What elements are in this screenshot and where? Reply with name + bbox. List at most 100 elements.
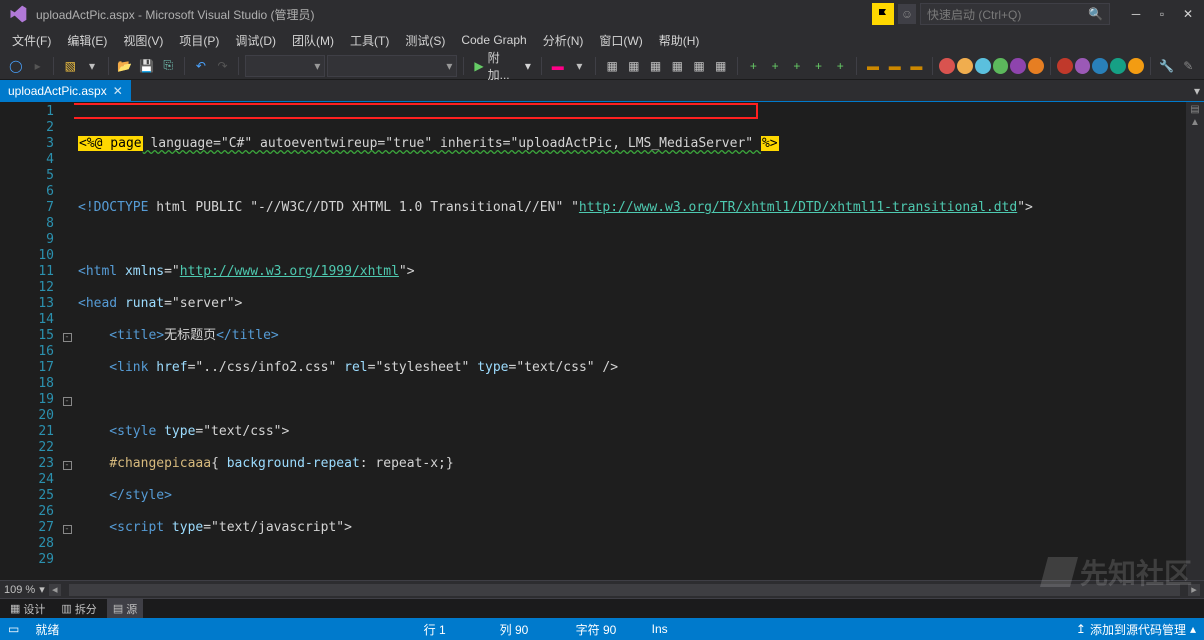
menubar: 文件(F) 编辑(E) 视图(V) 项目(P) 调试(D) 团队(M) 工具(T… [0,28,1204,52]
feedback-icon[interactable]: ☺ [898,4,916,24]
tab-label: uploadActPic.aspx [8,84,107,98]
plus-icon-5[interactable]: + [830,56,850,76]
split-icon[interactable]: ▤ [1190,104,1199,115]
menu-team[interactable]: 团队(M) [284,30,342,51]
ball-4-icon[interactable] [1110,58,1126,74]
menu-help[interactable]: 帮助(H) [651,30,708,51]
ball-ce-icon[interactable] [957,58,973,74]
plus-icon-1[interactable]: + [744,56,764,76]
bar-icon-3[interactable]: ▬ [907,56,927,76]
solution-config-dropdown[interactable]: ▾ [245,55,325,77]
ball-1-icon[interactable] [1057,58,1073,74]
tool-icon-5[interactable]: ▦ [667,56,687,76]
view-design[interactable]: ▦ 设计 [4,599,51,619]
status-line: 行 1 [424,621,484,638]
plus-icon-4[interactable]: + [809,56,829,76]
menu-tools[interactable]: 工具(T) [342,30,397,51]
hscrollbar[interactable] [69,584,1180,596]
open-file-button[interactable]: 📂 [115,56,135,76]
ball-2-icon[interactable] [1075,58,1091,74]
nav-back-button[interactable]: ◯ [6,56,26,76]
tool-icon-2[interactable]: ▦ [602,56,622,76]
ball-3-icon[interactable] [1092,58,1108,74]
undo-button[interactable]: ↶ [191,56,211,76]
menu-test[interactable]: 测试(S) [397,30,453,51]
wrench-icon[interactable]: 🔧 [1157,56,1177,76]
menu-window[interactable]: 窗口(W) [591,30,650,51]
view-split[interactable]: ▥ 拆分 [55,599,102,619]
tool-icon-6[interactable]: ▦ [689,56,709,76]
save-button[interactable]: 💾 [137,56,157,76]
hscroll-left[interactable]: ◂ [49,584,61,596]
zoom-level[interactable]: 109 % [4,584,35,596]
titlebar: uploadActPic.aspx - Microsoft Visual Stu… [0,0,1204,28]
fold-gutter: - - - - [60,102,74,580]
ball-cr-icon[interactable] [939,58,955,74]
quick-launch-input[interactable]: 快速启动 (Ctrl+Q) 🔍 [920,3,1110,25]
new-dropdown[interactable]: ▾ [82,56,102,76]
scroll-up-icon[interactable]: ▲ [1190,117,1200,128]
menu-codegraph[interactable]: Code Graph [453,31,534,49]
editor-right-gutter: ▤ ▲ [1186,102,1204,580]
tabwell-dropdown-icon[interactable]: ▾ [1194,84,1200,98]
source-control-button[interactable]: ↥ 添加到源代码管理 ▴ [1076,621,1196,638]
maximize-button[interactable]: ▫ [1150,3,1174,25]
ball-f-icon[interactable] [1028,58,1044,74]
menu-view[interactable]: 视图(V) [115,30,171,51]
status-char: 字符 90 [576,621,636,638]
window-title: uploadActPic.aspx - Microsoft Visual Stu… [36,6,315,23]
tab-close-icon[interactable]: ✕ [113,84,123,98]
code-area[interactable]: <%@ page language="C#" autoeventwireup="… [74,102,1186,580]
tool-icon-1[interactable]: ▬ [548,56,568,76]
toolbar: ◯ ▸ ▧ ▾ 📂 💾 ⎘ ↶ ↷ ▾ ▾ ▶ 附加... ▾ ▬ ▾ ▦ ▦ … [0,52,1204,80]
notification-flag-icon[interactable] [872,3,894,25]
statusbar: ▭ 就绪 行 1 列 90 字符 90 Ins ↥ 添加到源代码管理 ▴ [0,618,1204,640]
bar-icon-1[interactable]: ▬ [863,56,883,76]
status-ready-icon: ▭ [8,622,19,636]
new-project-button[interactable]: ▧ [60,56,80,76]
save-all-button[interactable]: ⎘ [158,56,178,76]
menu-analyze[interactable]: 分析(N) [535,30,592,51]
status-ins: Ins [652,622,712,636]
tab-uploadactpic[interactable]: uploadActPic.aspx ✕ [0,80,131,102]
tool-dropdown-1[interactable]: ▾ [570,56,590,76]
plus-icon-2[interactable]: + [765,56,785,76]
status-ready: 就绪 [35,621,59,638]
menu-project[interactable]: 项目(P) [171,30,227,51]
minimize-button[interactable]: ─ [1124,3,1148,25]
ball-m-icon[interactable] [975,58,991,74]
bar-icon-2[interactable]: ▬ [885,56,905,76]
line-number-gutter: 1 2 3 4 5 6 7 8 9 10 11 12 13 14 15 16 1… [0,102,60,580]
ball-b-icon[interactable] [1010,58,1026,74]
menu-file[interactable]: 文件(F) [4,30,59,51]
search-icon: 🔍 [1088,7,1103,21]
hscroll-right[interactable]: ▸ [1188,584,1200,596]
redo-button[interactable]: ↷ [213,56,233,76]
status-col: 列 90 [500,621,560,638]
plus-icon-3[interactable]: + [787,56,807,76]
fold-toggle[interactable]: - [63,397,72,406]
menu-edit[interactable]: 编辑(E) [59,30,115,51]
tool-icon-7[interactable]: ▦ [711,56,731,76]
fold-toggle[interactable]: - [63,333,72,342]
fold-toggle[interactable]: - [63,461,72,470]
view-source[interactable]: ▤ 源 [107,599,143,619]
fold-toggle[interactable]: - [63,525,72,534]
document-tabs: uploadActPic.aspx ✕ ▾ [0,80,1204,102]
menu-debug[interactable]: 调试(D) [227,30,284,51]
editor-footer: 109 % ▾ ◂ ▸ [0,580,1204,598]
editor: 1 2 3 4 5 6 7 8 9 10 11 12 13 14 15 16 1… [0,102,1204,580]
attach-button[interactable]: ▶ 附加... ▾ [470,55,534,77]
ball-5-icon[interactable] [1128,58,1144,74]
quick-launch-placeholder: 快速启动 (Ctrl+Q) [927,6,1021,23]
nav-forward-button[interactable]: ▸ [28,56,48,76]
tool-icon-3[interactable]: ▦ [624,56,644,76]
ball-o-icon[interactable] [993,58,1009,74]
attach-label: 附加... [488,49,521,83]
solution-platform-dropdown[interactable]: ▾ [327,55,457,77]
view-switcher: ▦ 设计 ▥ 拆分 ▤ 源 [0,598,1204,618]
close-button[interactable]: ✕ [1176,3,1200,25]
tool-icon-4[interactable]: ▦ [646,56,666,76]
pencil-icon[interactable]: ✎ [1178,56,1198,76]
vs-logo-icon [8,4,28,24]
